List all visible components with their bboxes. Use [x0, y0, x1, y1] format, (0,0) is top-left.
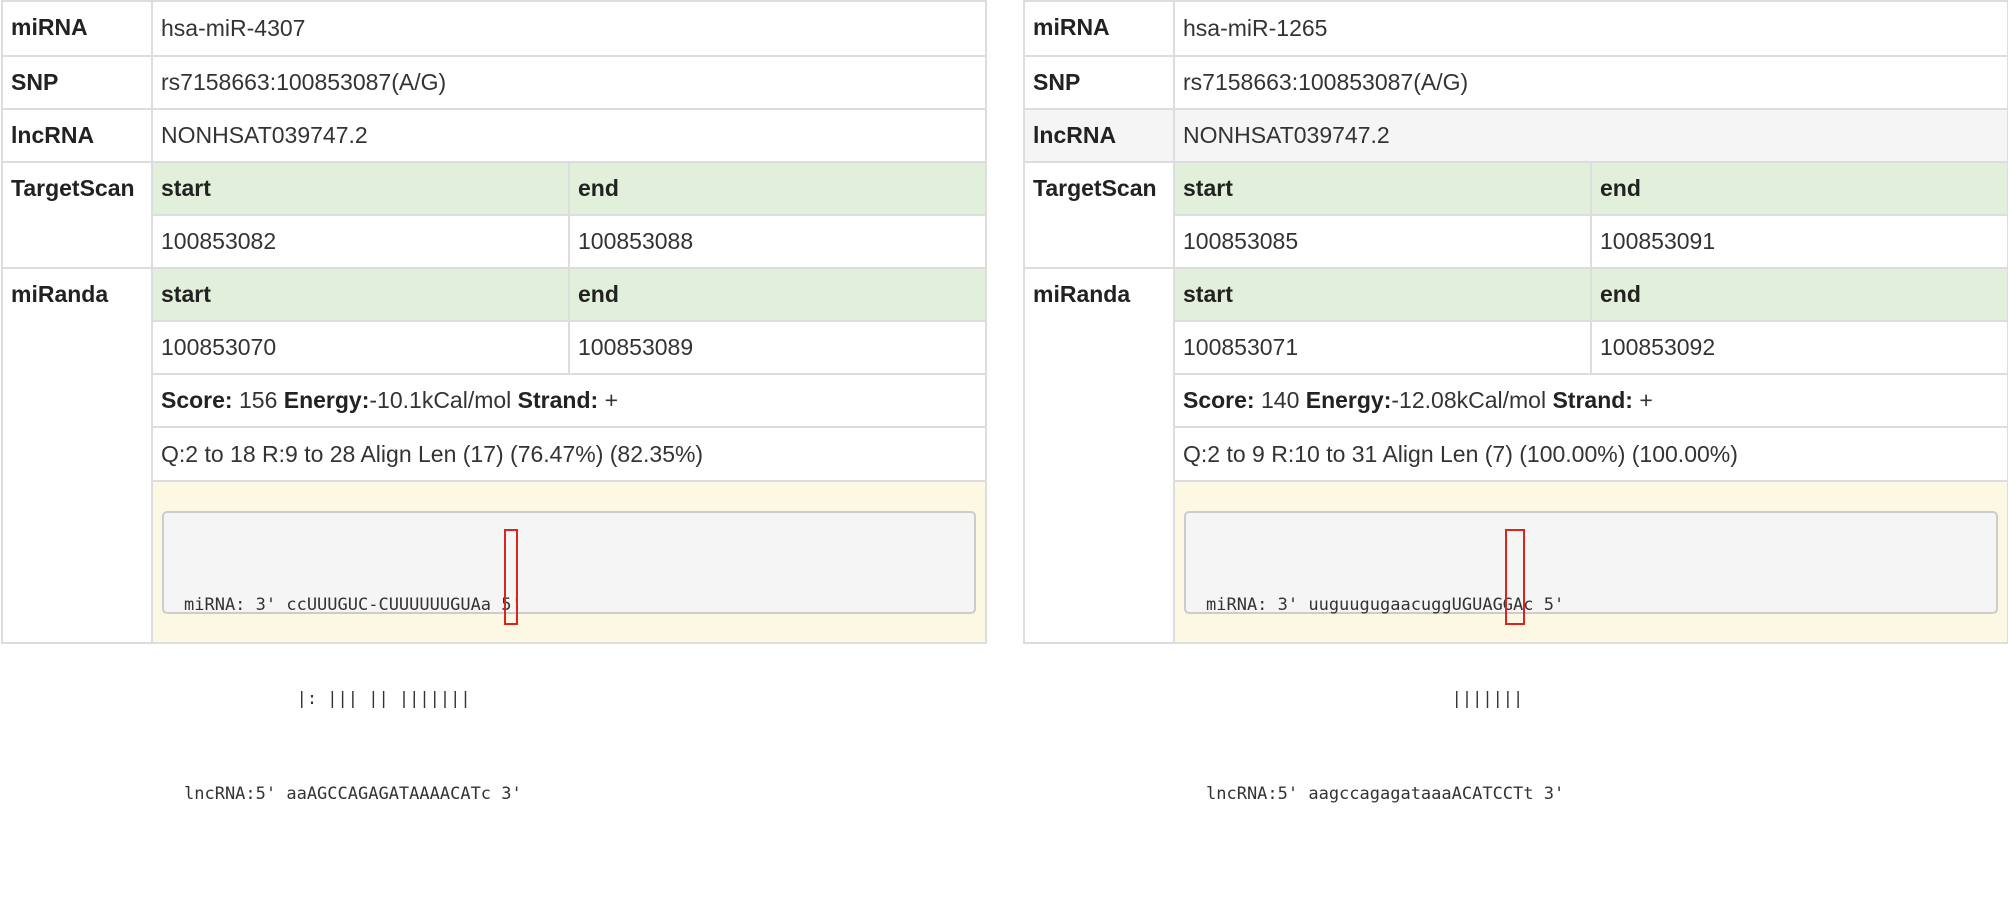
snp-position-marker	[1505, 528, 1525, 625]
energy-label: Energy:	[1305, 387, 1392, 413]
score-label: Score:	[1183, 387, 1255, 413]
snp-value: rs7158663:100853087(A/G)	[150, 55, 988, 110]
alignment-cell: miRNA: 3' uuguugugaacuggUGUAGGAc 5' ||||…	[1172, 480, 2008, 804]
alignment-match-line: |||||||	[1206, 689, 1524, 709]
alignment-cell: miRNA: 3' ccUUUGUC-CUUUUUUGUAa 5' |: |||…	[150, 480, 988, 804]
targetscan-start-header: start	[1173, 161, 1592, 216]
miranda-start-header: start	[1173, 267, 1592, 322]
targetscan-end-header: end	[1589, 161, 2008, 216]
result-panel-left: miRNA hsa-miR-4307 SNP rs7158663:1008530…	[1, 0, 988, 804]
targetscan-end-value: 100853091	[1589, 214, 2008, 269]
lncrna-value: NONHSAT039747.2	[150, 108, 988, 163]
alignment-lncrna-line: lncRNA:5' aagccagagataaaACATCCTt 3'	[1206, 783, 1565, 804]
mirna-value: hsa-miR-1265	[1172, 0, 2008, 57]
targetscan-start-value: 100853085	[1173, 214, 1592, 269]
strand-label: Strand:	[517, 387, 599, 413]
alignment-box: miRNA: 3' ccUUUGUC-CUUUUUUGUAa 5' |: |||…	[162, 510, 977, 804]
strand-value: +	[604, 387, 618, 413]
miranda-label: miRanda	[1023, 267, 1175, 644]
score-line: Score: 156 Energy:-10.1kCal/mol Strand: …	[150, 373, 988, 428]
miranda-start-value: 100853071	[1173, 320, 1592, 375]
snp-value: rs7158663:100853087(A/G)	[1172, 55, 2008, 110]
alignment-lncrna-line: lncRNA:5' aaAGCCAGAGATAAAACATc 3'	[184, 783, 522, 804]
energy-value: -12.08kCal/mol	[1391, 387, 1547, 413]
energy-label: Energy:	[283, 387, 370, 413]
targetscan-end-header: end	[567, 161, 988, 216]
energy-value: -10.1kCal/mol	[369, 387, 512, 413]
targetscan-start-header: start	[151, 161, 570, 216]
strand-label: Strand:	[1552, 387, 1633, 413]
miranda-start-header: start	[151, 267, 570, 322]
alignment-summary: Q:2 to 18 R:9 to 28 Align Len (17) (76.4…	[150, 426, 988, 482]
miranda-label: miRanda	[1, 267, 153, 644]
alignment-mirna-line: miRNA: 3' ccUUUGUC-CUUUUUUGUAa 5'	[184, 594, 522, 615]
targetscan-label: TargetScan	[1, 161, 153, 269]
miranda-end-value: 100853092	[1589, 320, 2008, 375]
alignment-box: miRNA: 3' uuguugugaacuggUGUAGGAc 5' ||||…	[1184, 510, 1999, 804]
alignment-match-line: |: ||| || |||||||	[184, 689, 471, 709]
alignment-mirna-line: miRNA: 3' uuguugugaacuggUGUAGGAc 5'	[1206, 594, 1565, 615]
miranda-start-value: 100853070	[151, 320, 570, 375]
targetscan-label: TargetScan	[1023, 161, 1175, 269]
snp-position-marker	[504, 528, 518, 625]
lncrna-label: lncRNA	[1, 108, 153, 163]
lncrna-label: lncRNA	[1023, 108, 1175, 163]
mirna-value: hsa-miR-4307	[150, 0, 988, 57]
score-line: Score: 140 Energy:-12.08kCal/mol Strand:…	[1172, 373, 2008, 428]
mirna-label: miRNA	[1023, 0, 1175, 57]
miranda-end-value: 100853089	[567, 320, 988, 375]
strand-value: +	[1639, 387, 1653, 413]
snp-label: SNP	[1, 55, 153, 110]
score-label: Score:	[161, 387, 233, 413]
miranda-end-header: end	[567, 267, 988, 322]
score-value: 140	[1260, 387, 1300, 413]
score-value: 156	[238, 387, 278, 413]
lncrna-value: NONHSAT039747.2	[1172, 108, 2008, 163]
result-panel-right: miRNA hsa-miR-1265 SNP rs7158663:1008530…	[1023, 0, 2008, 804]
alignment-summary: Q:2 to 9 R:10 to 31 Align Len (7) (100.0…	[1172, 426, 2008, 482]
miranda-end-header: end	[1589, 267, 2008, 322]
snp-label: SNP	[1023, 55, 1175, 110]
targetscan-start-value: 100853082	[151, 214, 570, 269]
targetscan-end-value: 100853088	[567, 214, 988, 269]
mirna-label: miRNA	[1, 0, 153, 57]
